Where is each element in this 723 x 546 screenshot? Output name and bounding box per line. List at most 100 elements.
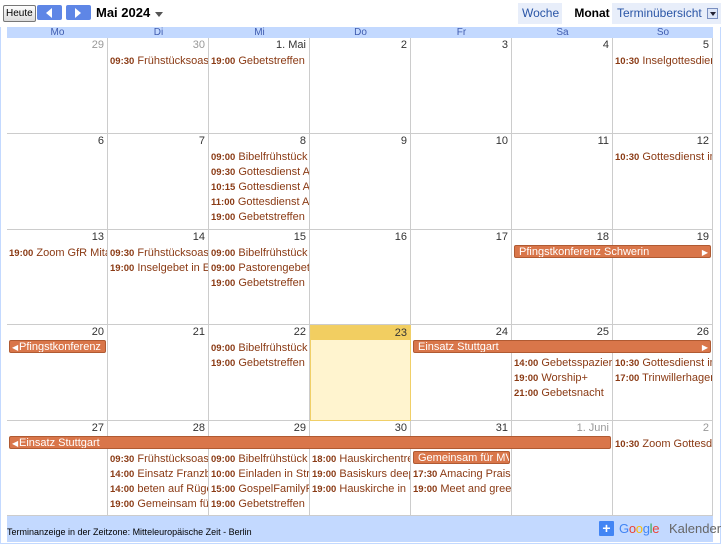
event-item[interactable]: 09:00 Bibelfrühstück bbox=[211, 341, 309, 356]
event-item[interactable]: 17:00 Trinwillerhagen bbox=[615, 371, 712, 386]
date-number[interactable]: 5 bbox=[703, 38, 709, 52]
date-number[interactable]: 24 bbox=[496, 325, 508, 339]
date-number[interactable]: 13 bbox=[92, 230, 104, 244]
date-number[interactable]: 25 bbox=[597, 325, 609, 339]
day-cell[interactable]: 14 09:30 Frühstücksoase 19:00 Inselgebet i… bbox=[108, 230, 209, 325]
day-cell[interactable]: 29 bbox=[7, 38, 108, 134]
event-item[interactable]: 09:00 Bibelfrühstück bbox=[211, 150, 309, 165]
event-item[interactable]: 18:00 Hauskirchentreffen bbox=[312, 452, 410, 467]
date-number[interactable]: 21 bbox=[193, 325, 205, 339]
event-item[interactable]: 09:30 Frühstücksoase bbox=[110, 54, 208, 69]
date-number[interactable]: 11 bbox=[598, 134, 609, 148]
date-number[interactable]: 30 bbox=[395, 421, 407, 435]
date-number[interactable]: 26 bbox=[697, 325, 709, 339]
event-item[interactable]: 09:00 Bibelfrühstück bbox=[211, 246, 309, 261]
day-cell[interactable]: 8 09:00 Bibelfrühstück 09:30 Gottesdienst … bbox=[209, 134, 310, 230]
day-cell[interactable]: 9 bbox=[310, 134, 411, 230]
day-cell[interactable]: 13 19:00 Zoom GfR Mitarbeiter bbox=[7, 230, 108, 325]
day-cell[interactable]: 2 bbox=[310, 38, 411, 134]
event-item[interactable]: 09:00 Bibelfrühstück bbox=[211, 452, 309, 467]
date-number[interactable]: 7 bbox=[199, 134, 205, 148]
day-cell[interactable]: 21 bbox=[108, 325, 209, 421]
event-item[interactable]: 10:30 Gottesdienst im bbox=[615, 150, 712, 165]
event-item[interactable]: 19:00 Gebetstreffen bbox=[211, 356, 309, 371]
event-item[interactable]: 19:00 Gebetstreffen bbox=[211, 210, 309, 225]
date-number[interactable]: 15 bbox=[294, 230, 306, 244]
day-cell[interactable]: 6 bbox=[7, 134, 108, 230]
day-cell[interactable]: 17 bbox=[411, 230, 512, 325]
event-item[interactable]: 19:00 Inselgebet in E bbox=[110, 261, 208, 276]
event-item[interactable]: 09:30 Frühstücksoase bbox=[110, 452, 208, 467]
event-item[interactable]: 19:00 Gebetstreffen bbox=[211, 497, 309, 512]
tab-week[interactable]: Woche bbox=[518, 3, 562, 24]
event-item[interactable]: 19:00 Worship+ bbox=[514, 371, 612, 386]
google-calendar-button[interactable]: + Google Kalender bbox=[599, 520, 721, 538]
date-number[interactable]: 16 bbox=[395, 230, 407, 244]
event-item[interactable]: 19:00 Hauskirche in bbox=[312, 482, 410, 497]
multiday-event-bar[interactable]: ◀ Einsatz Stuttgart bbox=[9, 436, 611, 449]
day-cell[interactable]: 10 bbox=[411, 134, 512, 230]
date-number[interactable]: 29 bbox=[294, 421, 306, 435]
event-item[interactable]: 21:00 Gebetsnacht bbox=[514, 386, 612, 401]
date-number[interactable]: 19 bbox=[697, 230, 709, 244]
event-item[interactable]: 14:00 beten auf Rügen bbox=[110, 482, 208, 497]
event-item[interactable]: 14:00 Gebetsspaziergang bbox=[514, 356, 612, 371]
date-number[interactable]: 3 bbox=[502, 38, 508, 52]
date-number[interactable]: 1. Mai bbox=[276, 38, 306, 52]
event-item[interactable]: 09:30 Gottesdienst A bbox=[211, 165, 309, 180]
date-number[interactable]: 6 bbox=[98, 134, 104, 148]
event-item[interactable]: 17:30 Amacing Praise bbox=[413, 467, 511, 482]
event-item[interactable]: 19:00 Gemeinsam für bbox=[110, 497, 208, 512]
multiday-event-bar[interactable]: Einsatz Stuttgart ▶ bbox=[413, 340, 711, 353]
date-number[interactable]: 20 bbox=[92, 325, 104, 339]
previous-month-button[interactable] bbox=[37, 5, 62, 20]
date-number[interactable]: 2 bbox=[703, 421, 709, 435]
event-item[interactable]: 19:00 Zoom GfR Mitarbeiter bbox=[9, 246, 107, 261]
date-number[interactable]: 12 bbox=[697, 134, 709, 148]
day-cell[interactable]: 2 10:30 Zoom Gottesdienst bbox=[613, 421, 713, 516]
date-number[interactable]: 18 bbox=[597, 230, 609, 244]
multiday-event-bar[interactable]: Pfingstkonferenz Schwerin ▶ bbox=[514, 245, 711, 258]
dropdown-icon[interactable] bbox=[707, 8, 718, 19]
event-item[interactable]: 10:30 Gottesdienst im bbox=[615, 356, 712, 371]
multiday-event-bar[interactable]: ◀ Pfingstkonferenz bbox=[9, 340, 106, 353]
event-item[interactable]: 19:00 Basiskurs deep bbox=[312, 467, 410, 482]
tab-month[interactable]: Monat bbox=[567, 3, 617, 24]
chevron-down-icon[interactable] bbox=[155, 12, 163, 17]
date-number[interactable]: 14 bbox=[193, 230, 205, 244]
event-item[interactable]: 10:30 Zoom Gottesdienst bbox=[615, 437, 712, 452]
event-item[interactable]: 10:30 Inselgottesdienst bbox=[615, 54, 712, 69]
day-cell[interactable]: 11 bbox=[512, 134, 613, 230]
day-cell[interactable]: 3 bbox=[411, 38, 512, 134]
date-number[interactable]: 31 bbox=[496, 421, 508, 435]
day-cell[interactable]: 1. Mai 19:00 Gebetstreffen bbox=[209, 38, 310, 134]
date-number[interactable]: 17 bbox=[496, 230, 508, 244]
date-number[interactable]: 30 bbox=[193, 38, 205, 52]
day-cell[interactable]: 23 bbox=[310, 325, 411, 421]
date-number[interactable]: 28 bbox=[193, 421, 205, 435]
day-cell[interactable]: 30 09:30 Frühstücksoase bbox=[108, 38, 209, 134]
date-number[interactable]: 22 bbox=[294, 325, 306, 339]
day-cell[interactable]: 5 10:30 Inselgottesdienst bbox=[613, 38, 713, 134]
event-item[interactable]: 09:00 Pastorengebet bbox=[211, 261, 309, 276]
event-item[interactable]: 19:00 Gebetstreffen bbox=[211, 276, 309, 291]
day-cell[interactable]: 15 09:00 Bibelfrühstück 09:00 Pastorengebe… bbox=[209, 230, 310, 325]
event-item[interactable]: 15:00 GospelFamilyFest bbox=[211, 482, 309, 497]
tab-agenda[interactable]: Terminübersicht bbox=[612, 3, 721, 24]
month-title[interactable]: Mai 2024 bbox=[96, 5, 150, 20]
date-number[interactable]: 9 bbox=[401, 134, 407, 148]
day-cell[interactable]: 12 10:30 Gottesdienst im bbox=[613, 134, 713, 230]
day-cell[interactable]: 22 09:00 Bibelfrühstück 19:00 Gebetstreffe… bbox=[209, 325, 310, 421]
day-cell[interactable]: 7 bbox=[108, 134, 209, 230]
event-item[interactable]: 11:00 Gottesdienst A bbox=[211, 195, 309, 210]
event-item[interactable]: 09:30 Frühstücksoase bbox=[110, 246, 208, 261]
date-number[interactable]: 2 bbox=[401, 38, 407, 52]
date-number[interactable]: 27 bbox=[92, 421, 104, 435]
date-number[interactable]: 8 bbox=[300, 134, 306, 148]
event-item[interactable]: 10:15 Gottesdienst A bbox=[211, 180, 309, 195]
date-number[interactable]: 29 bbox=[92, 38, 104, 52]
date-number[interactable]: 1. Juni bbox=[577, 421, 609, 435]
multiday-event-bar[interactable]: Gemeinsam für MV bbox=[413, 451, 510, 464]
event-item[interactable]: 19:00 Meet and greet bbox=[413, 482, 511, 497]
event-item[interactable]: 19:00 Gebetstreffen bbox=[211, 54, 309, 69]
